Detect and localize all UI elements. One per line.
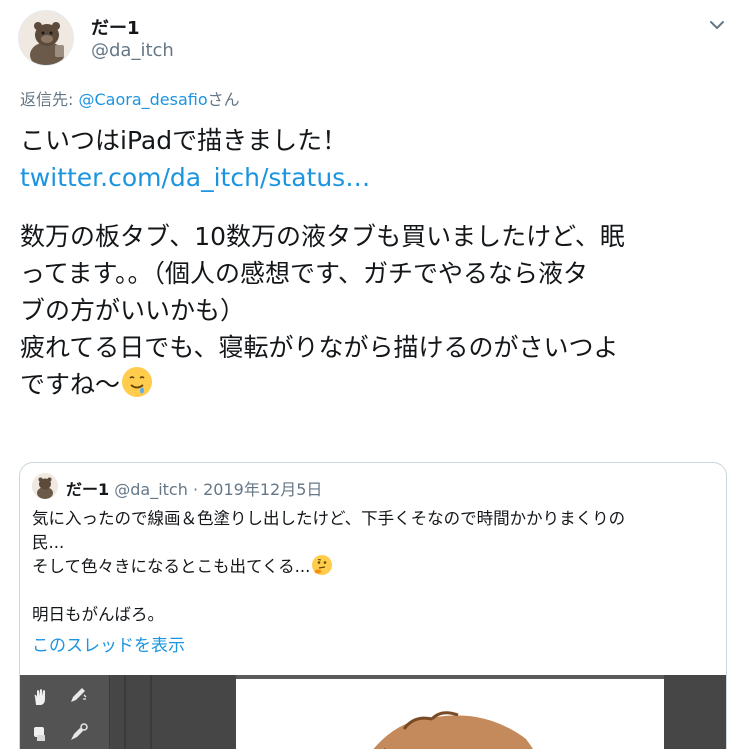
app-tool-strip: [20, 675, 110, 749]
show-thread-link[interactable]: このスレッドを表示: [32, 631, 185, 656]
pen-tool-icon: [66, 683, 90, 707]
reply-context: 返信先: @Caora_desafioさん: [20, 86, 240, 110]
quoted-spacer: [32, 579, 722, 603]
app-right-panel: [664, 675, 726, 749]
drooling-face-emoji: [122, 367, 153, 397]
chevron-down-icon[interactable]: [706, 14, 728, 36]
avatar[interactable]: [18, 10, 74, 66]
quoted-line-with-emoji: そして色々きになるとこも出てくる...: [32, 555, 722, 579]
quoted-separator: ·: [187, 480, 204, 499]
panel-divider: [150, 675, 152, 749]
quoted-line: 民...: [32, 533, 65, 552]
tweet-status-link[interactable]: twitter.com/da_itch/status…: [20, 159, 720, 196]
character-drawing: [373, 711, 534, 749]
app-side-panel: [110, 675, 236, 749]
reply-suffix: さん: [207, 90, 240, 109]
stamp-tool-icon: [28, 721, 52, 745]
panel-divider: [124, 675, 126, 749]
brush-settings-icon: [66, 721, 90, 745]
quoted-tweet-card[interactable]: だー1 @da_itch · 2019年12月5日 気に入ったので線画＆色塗りし…: [19, 462, 727, 749]
tweet-line-last: ですね〜: [20, 366, 720, 403]
tweet-line: ってます。。（個人の感想です、ガチでやるなら液タ: [20, 259, 589, 288]
hand-tool-icon: [28, 685, 52, 709]
tweet-text: こいつはiPadで描きました！ twitter.com/da_itch/stat…: [20, 122, 720, 403]
tweet-line: ブの方がいいかも）: [20, 296, 246, 325]
quoted-header: だー1 @da_itch · 2019年12月5日: [66, 476, 322, 500]
quoted-line: 明日もがんばろ。: [32, 605, 164, 624]
tweet-line-text: ですね〜: [20, 370, 121, 399]
quoted-line: 気に入ったので線画＆色塗りし出したけど、下手くそなので時間かかりまくりの: [32, 509, 626, 528]
tweet: だー1 @da_itch 返信先: @Caora_desafioさん こいつはi…: [0, 0, 736, 749]
author-handle[interactable]: @da_itch: [91, 40, 174, 61]
quoted-media-image[interactable]: [20, 675, 726, 749]
quoted-line-text: そして色々きになるとこも出てくる...: [32, 557, 311, 576]
tweet-line: こいつはiPadで描きました！: [20, 126, 348, 155]
author-display-name[interactable]: だー1: [91, 14, 140, 40]
reply-prefix: 返信先:: [20, 90, 79, 109]
quoted-avatar: [32, 473, 58, 499]
tweet-line: 数万の板タブ、10数万の液タブも買いましたけど、眠: [20, 222, 625, 251]
quoted-text: 気に入ったので線画＆色塗りし出したけど、下手くそなので時間かかりまくりの 民..…: [32, 507, 722, 627]
drawing-canvas: [236, 679, 664, 749]
tweet-spacer: [20, 196, 720, 218]
quoted-handle: @da_itch: [114, 480, 188, 499]
quoted-display-name: だー1: [66, 480, 110, 499]
tweet-line: 疲れてる日でも、寝転がりながら描けるのがさいつよ: [20, 333, 619, 362]
quoted-date: 2019年12月5日: [203, 480, 323, 499]
thinking-face-emoji: [312, 555, 333, 575]
reply-mention-link[interactable]: @Caora_desafio: [78, 90, 207, 109]
